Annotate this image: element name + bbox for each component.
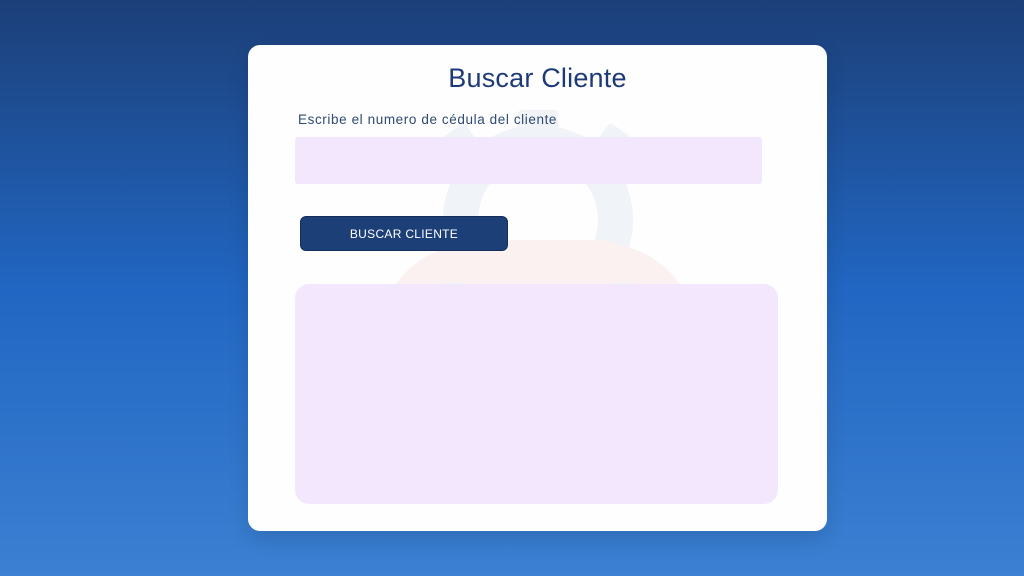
results-panel <box>295 284 778 504</box>
cedula-input[interactable] <box>295 137 762 184</box>
search-client-button[interactable]: BUSCAR CLIENTE <box>300 216 508 251</box>
search-client-card: Buscar Cliente Escribe el numero de cédu… <box>248 45 827 531</box>
cedula-field-label: Escribe el numero de cédula del cliente <box>298 112 558 127</box>
page-title: Buscar Cliente <box>448 63 627 93</box>
